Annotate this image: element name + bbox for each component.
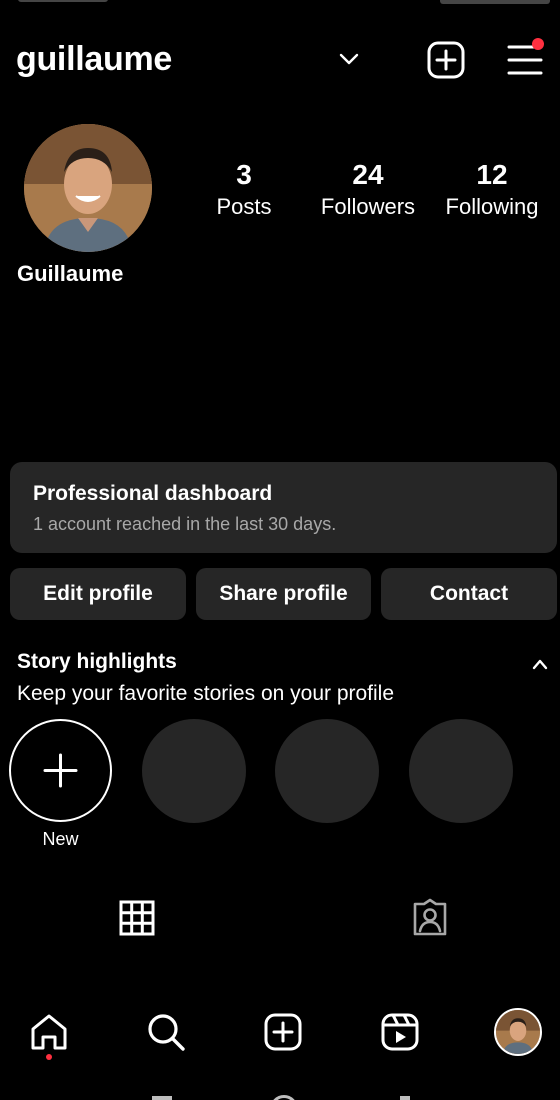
professional-dashboard-card[interactable]: Professional dashboard 1 account reached… — [10, 462, 557, 553]
followers-count: 24 — [352, 159, 384, 190]
stat-following[interactable]: 12 Following — [422, 158, 560, 222]
posts-count: 3 — [236, 159, 252, 190]
profile-avatar[interactable] — [24, 124, 152, 252]
profile-tab-avatar[interactable] — [494, 1008, 542, 1056]
new-highlight-button[interactable] — [9, 719, 112, 822]
create-icon[interactable] — [262, 1011, 304, 1053]
chevron-down-icon[interactable] — [338, 50, 360, 68]
tagged-icon[interactable] — [410, 898, 450, 938]
profile-header: guillaume — [0, 30, 560, 90]
system-navigation-bar — [0, 1094, 560, 1100]
username-title[interactable]: guillaume — [16, 40, 172, 79]
chevron-up-icon[interactable] — [530, 656, 550, 672]
share-profile-button[interactable]: Share profile — [196, 568, 371, 620]
stat-followers[interactable]: 24 Followers — [298, 158, 438, 222]
highlight-placeholder — [275, 719, 379, 823]
highlight-placeholder — [142, 719, 246, 823]
stat-posts[interactable]: 3 Posts — [174, 158, 314, 222]
home-icon[interactable] — [28, 1011, 70, 1053]
following-label: Following — [445, 194, 539, 219]
following-count: 12 — [476, 159, 508, 190]
home-button-icon[interactable] — [270, 1095, 298, 1100]
avatar-image — [24, 124, 152, 252]
highlights-subtitle: Keep your favorite stories on your profi… — [17, 682, 395, 705]
dashboard-subtitle: 1 account reached in the last 30 days. — [33, 514, 337, 534]
posts-label: Posts — [216, 194, 272, 219]
new-post-icon[interactable] — [427, 41, 465, 79]
highlight-placeholder — [409, 719, 513, 823]
home-activity-dot — [46, 1054, 52, 1060]
status-bar-left — [18, 0, 108, 2]
back-icon[interactable] — [400, 1096, 410, 1100]
grid-icon[interactable] — [118, 899, 156, 937]
followers-label: Followers — [320, 194, 416, 219]
edit-profile-button[interactable]: Edit profile — [10, 568, 186, 620]
status-bar-right — [440, 0, 550, 4]
plus-icon — [43, 753, 78, 788]
dashboard-title: Professional dashboard — [33, 482, 273, 505]
contact-button[interactable]: Contact — [381, 568, 557, 620]
search-icon[interactable] — [145, 1011, 187, 1053]
status-bar — [0, 0, 560, 8]
highlights-title: Story highlights — [17, 650, 177, 673]
recents-icon[interactable] — [152, 1096, 172, 1100]
display-name: Guillaume — [17, 261, 124, 286]
reels-icon[interactable] — [379, 1011, 421, 1053]
new-highlight-label: New — [42, 829, 79, 849]
notification-dot — [532, 38, 544, 50]
avatar-image — [496, 1010, 540, 1054]
